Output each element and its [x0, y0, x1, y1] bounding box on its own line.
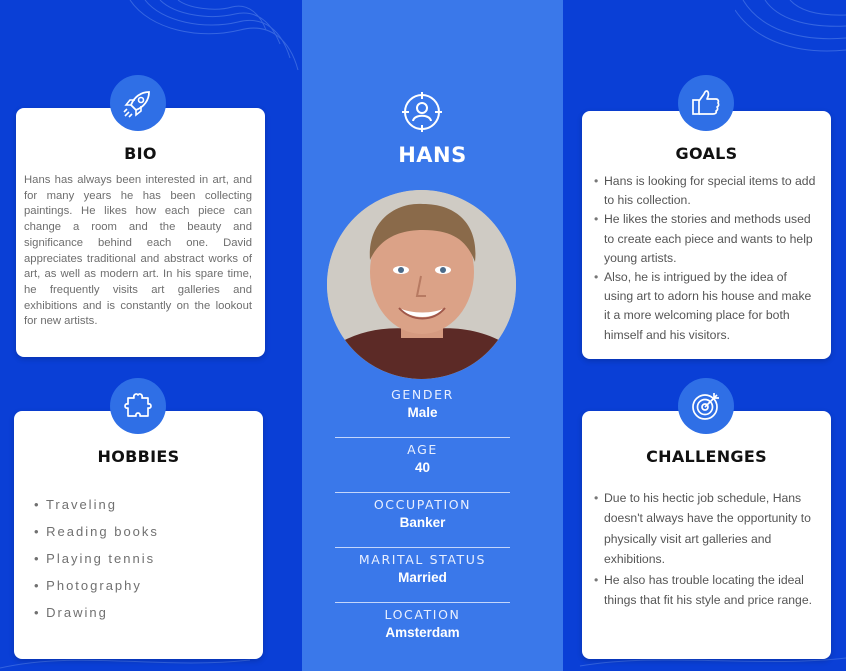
fact-label: GENDER	[391, 387, 454, 402]
portrait-photo	[327, 190, 516, 379]
persona-name: HANS	[398, 143, 467, 167]
bio-card: BIO Hans has always been interested in a…	[16, 108, 265, 357]
topographic-lines-top-right	[735, 0, 846, 52]
fact-label: AGE	[407, 442, 438, 457]
persona-icon	[401, 91, 443, 133]
challenges-card: CHALLENGES Due to his hectic job schedul…	[582, 411, 831, 659]
list-item: Due to his hectic job schedule, Hans doe…	[594, 488, 817, 570]
goals-badge	[678, 75, 734, 131]
target-icon	[692, 393, 719, 420]
bio-title: BIO	[124, 144, 157, 163]
fact-label: OCCUPATION	[373, 497, 472, 512]
list-item: • Reading books	[34, 524, 159, 539]
goals-card: GOALS Hans is looking for special items …	[582, 111, 831, 359]
fact-value: Banker	[399, 515, 446, 530]
bio-badge	[110, 75, 166, 131]
hobbies-list: • Traveling • Reading books • Playing te…	[34, 491, 159, 626]
list-item: • Drawing	[34, 605, 108, 620]
hobbies-badge	[110, 378, 166, 434]
challenges-list: Due to his hectic job schedule, Hans doe…	[594, 488, 817, 610]
fact-label: LOCATION	[384, 607, 461, 622]
challenges-title: CHALLENGES	[646, 447, 767, 466]
fact-label: MARITAL STATUS	[358, 552, 487, 567]
thumbs-up-icon	[692, 90, 720, 115]
list-item: Also, he is intrigued by the idea of usi…	[594, 268, 817, 345]
list-item: Hans is looking for special items to add…	[594, 172, 817, 210]
hobbies-title: HOBBIES	[97, 447, 180, 466]
fact-value: Married	[398, 570, 447, 585]
rocket-icon	[123, 91, 150, 118]
list-item: • Traveling	[34, 497, 117, 512]
fact-value: 40	[414, 460, 431, 475]
list-item: He likes the stories and methods used to…	[594, 210, 817, 268]
bio-text: Hans has always been interested in art, …	[24, 174, 252, 328]
list-item: He also has trouble locating the ideal t…	[594, 570, 817, 611]
list-item: • Playing tennis	[34, 551, 156, 566]
list-item: • Photography	[34, 578, 142, 593]
fact-marital-status: MARITAL STATUS Married	[335, 548, 510, 603]
fact-value: Amsterdam	[385, 625, 460, 640]
fact-age: AGE 40	[335, 438, 510, 493]
fact-location: LOCATION Amsterdam	[335, 603, 510, 658]
goals-title: GOALS	[675, 144, 738, 163]
fact-occupation: OCCUPATION Banker	[335, 493, 510, 548]
fact-value: Male	[407, 405, 438, 420]
puzzle-icon	[124, 393, 152, 417]
goals-list: Hans is looking for special items to add…	[594, 172, 817, 345]
challenges-badge	[678, 378, 734, 434]
user-target-icon	[402, 92, 442, 132]
fact-gender: GENDER Male	[335, 383, 510, 438]
persona-facts: GENDER Male AGE 40 OCCUPATION Banker MAR…	[335, 383, 510, 658]
hobbies-card: HOBBIES • Traveling • Reading books • Pl…	[14, 411, 263, 659]
